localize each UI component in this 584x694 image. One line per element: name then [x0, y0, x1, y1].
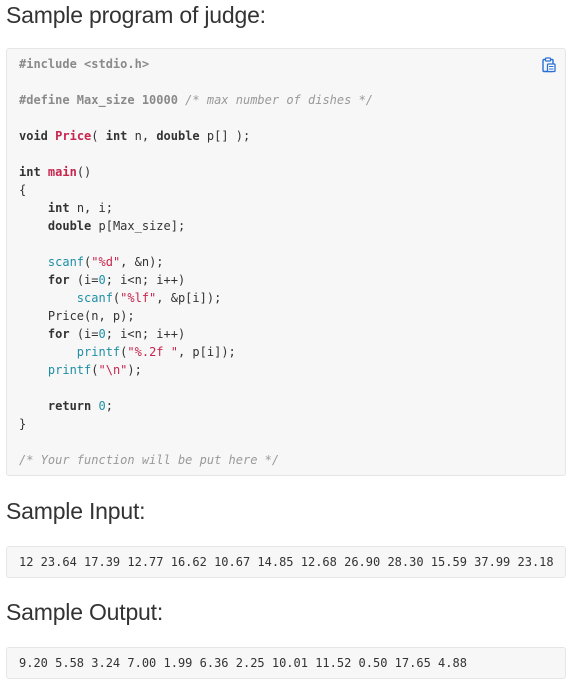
kw-return: return — [47, 399, 92, 413]
printf-call: printf — [47, 363, 92, 377]
price-call: Price(n, p); — [47, 309, 135, 323]
printf-call: printf — [76, 345, 121, 359]
footer-comment: /* Your function will be put here */ — [19, 453, 280, 467]
kw-double: double — [156, 129, 200, 143]
fmt-d: "%d" — [91, 255, 121, 269]
sample-output-text: 9.20 5.58 3.24 7.00 1.99 6.36 2.25 10.01… — [19, 656, 467, 670]
output-heading: Sample Output: — [6, 599, 164, 625]
printf-1-rest: , p[i]); — [177, 345, 236, 359]
sample-input-block: 12 23.64 17.39 12.77 16.62 10.67 14.85 1… — [6, 546, 566, 578]
decl-part-2: n, — [127, 129, 157, 143]
sample-output-block: 9.20 5.58 3.24 7.00 1.99 6.36 2.25 10.01… — [6, 647, 566, 679]
define-comment: /* max number of dishes */ — [185, 93, 374, 107]
kw-for: for — [47, 327, 70, 341]
sample-input-text: 12 23.64 17.39 12.77 16.62 10.67 14.85 1… — [19, 555, 554, 569]
judge-code-block: #include <stdio.h> #define Max_size 1000… — [6, 48, 566, 476]
main-parens: () — [76, 165, 92, 179]
decl-part-1: ( — [91, 129, 106, 143]
brace-open: { — [19, 183, 27, 197]
number-zero: 0 — [98, 273, 106, 287]
number-zero: 0 — [98, 327, 106, 341]
for-open: (i= — [69, 327, 99, 341]
for-close: ; i<n; i++) — [105, 327, 186, 341]
printf-2-rest: ); — [127, 363, 142, 377]
fmt-newline: "\n" — [98, 363, 128, 377]
vars-int: n, i; — [69, 201, 113, 215]
judge-code: #include <stdio.h> #define Max_size 1000… — [19, 57, 374, 467]
scanf-1-rest: , &n); — [120, 255, 164, 269]
input-heading: Sample Input: — [6, 498, 146, 524]
fn-main-name: main — [47, 165, 77, 179]
kw-void: void — [19, 129, 48, 143]
fmt-2f: "%.2f " — [127, 345, 178, 359]
vars-double: p[Max_size]; — [91, 219, 186, 233]
brace-close: } — [19, 417, 27, 431]
kw-for: for — [47, 273, 70, 287]
scanf-call: scanf — [47, 255, 85, 269]
copy-clipboard-icon[interactable] — [542, 57, 556, 73]
kw-int: int — [47, 201, 70, 215]
for-close: ; i<n; i++) — [105, 273, 186, 287]
kw-int: int — [19, 165, 41, 179]
decl-part-3: p[] ); — [199, 129, 251, 143]
number-zero: 0 — [98, 399, 106, 413]
kw-double: double — [47, 219, 92, 233]
define-directive: #define Max_size 10000 — [19, 93, 186, 107]
for-open: (i= — [69, 273, 99, 287]
scanf-2-rest: , &p[i]); — [156, 291, 222, 305]
scanf-call: scanf — [76, 291, 113, 305]
fmt-lf: "%lf" — [120, 291, 157, 305]
return-rest: ; — [105, 399, 113, 413]
include-line: #include <stdio.h> — [19, 57, 150, 71]
kw-int: int — [105, 129, 128, 143]
fn-price-name: Price — [55, 129, 92, 143]
judge-heading: Sample program of judge: — [6, 2, 266, 28]
